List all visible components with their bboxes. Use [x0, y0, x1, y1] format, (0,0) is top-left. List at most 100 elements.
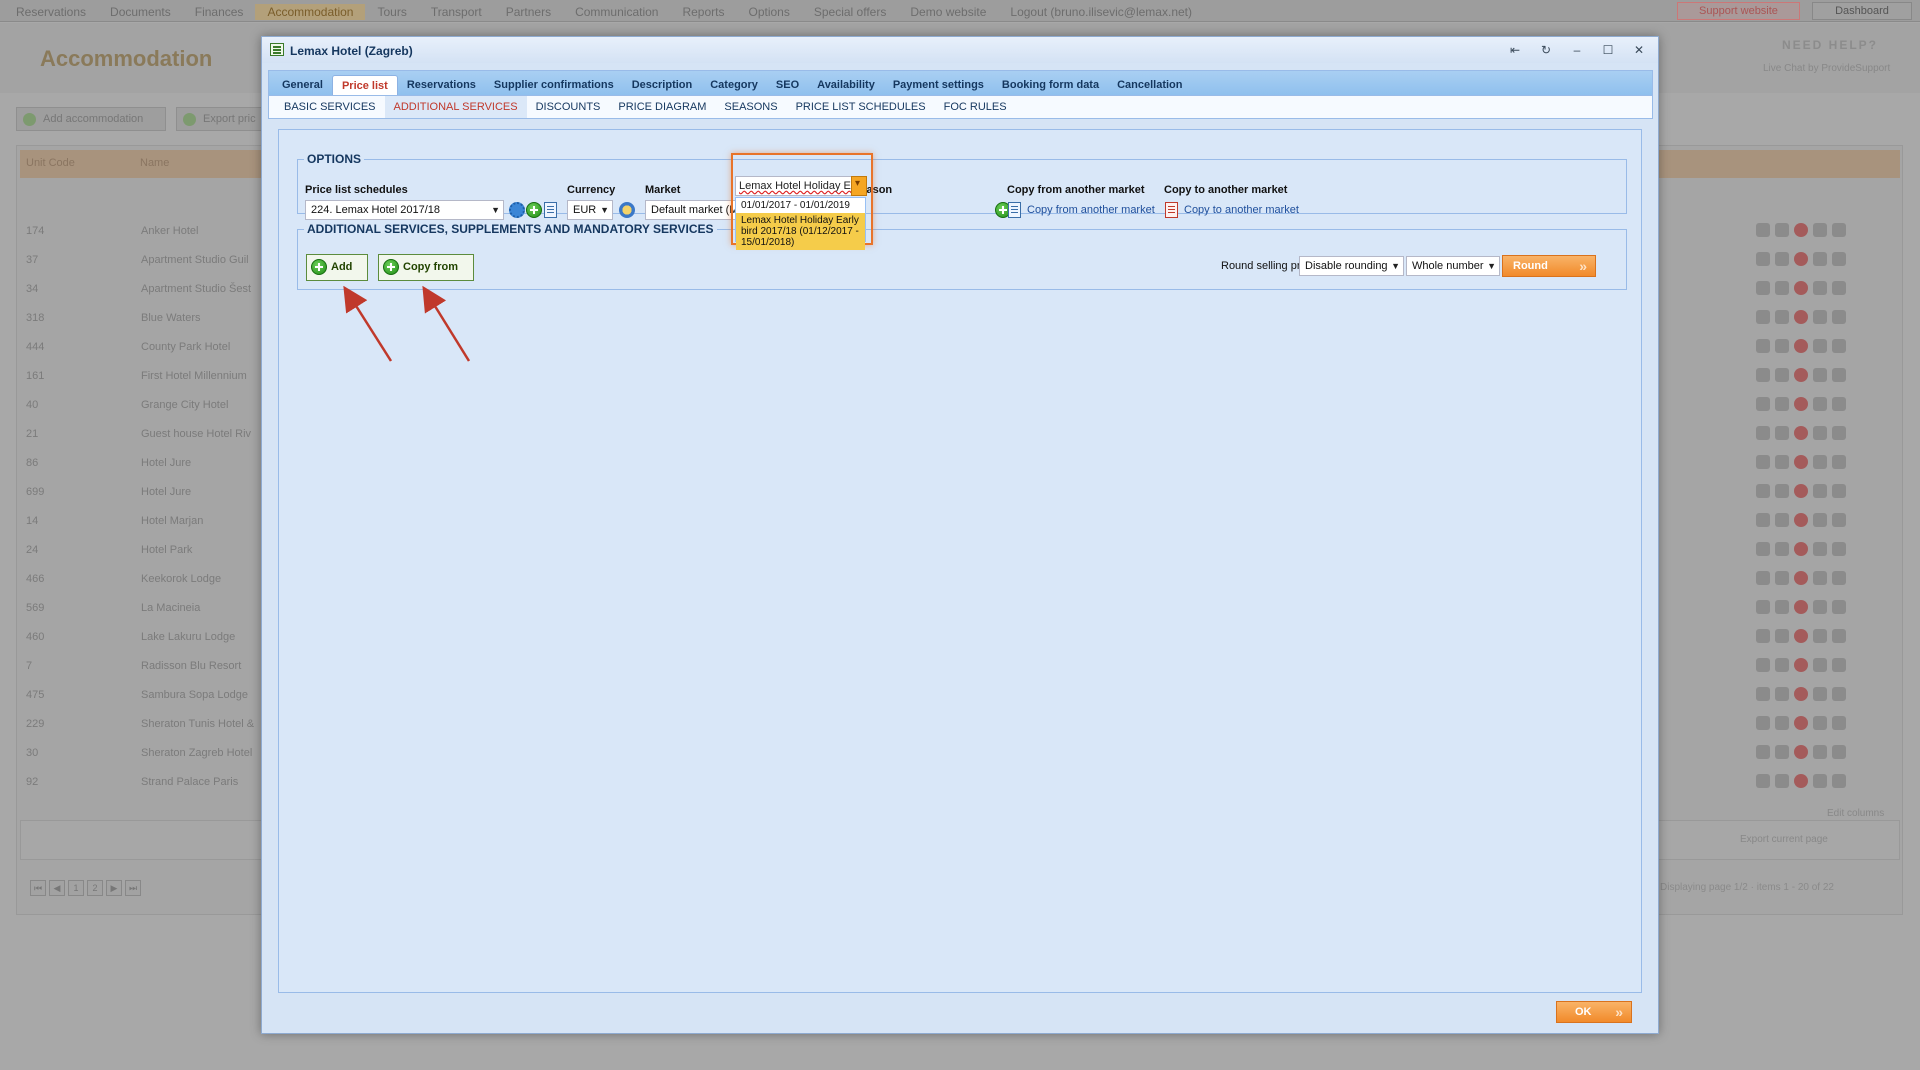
- pdf-icon[interactable]: [1832, 571, 1846, 585]
- copy-icon[interactable]: [1813, 513, 1827, 527]
- ok-button[interactable]: OK: [1556, 1001, 1632, 1023]
- copy-icon[interactable]: [1813, 455, 1827, 469]
- copy-icon[interactable]: [1813, 310, 1827, 324]
- tab-category[interactable]: Category: [701, 75, 767, 95]
- tab-payment-settings[interactable]: Payment settings: [884, 75, 993, 95]
- edit-icon[interactable]: [1775, 223, 1789, 237]
- delete-icon[interactable]: [1794, 223, 1808, 237]
- add-schedule-icon[interactable]: [526, 202, 542, 218]
- edit-icon[interactable]: [1775, 455, 1789, 469]
- delete-icon[interactable]: [1794, 310, 1808, 324]
- gear-icon[interactable]: [1756, 397, 1770, 411]
- gear-icon[interactable]: [1756, 484, 1770, 498]
- currency-select[interactable]: EUR ▼: [567, 200, 613, 220]
- close-icon[interactable]: ✕: [1630, 41, 1648, 59]
- copy-icon[interactable]: [1813, 368, 1827, 382]
- edit-icon[interactable]: [1775, 716, 1789, 730]
- copy-icon[interactable]: [1813, 745, 1827, 759]
- delete-icon[interactable]: [1794, 629, 1808, 643]
- rounding-mode-select[interactable]: Disable rounding ▼: [1299, 256, 1404, 276]
- pin-icon[interactable]: ⇤: [1506, 41, 1524, 59]
- edit-icon[interactable]: [1775, 484, 1789, 498]
- copy-icon[interactable]: [1813, 339, 1827, 353]
- copy-icon[interactable]: [1813, 397, 1827, 411]
- subtab-basic-services[interactable]: Basic services: [275, 96, 385, 118]
- nav-reservations[interactable]: Reservations: [4, 4, 98, 20]
- copy-from-button[interactable]: Copy from: [378, 254, 474, 281]
- edit-icon[interactable]: [1775, 252, 1789, 266]
- copy-icon[interactable]: [1813, 571, 1827, 585]
- edit-icon[interactable]: [1775, 745, 1789, 759]
- copy-icon[interactable]: [1813, 426, 1827, 440]
- nav-finances[interactable]: Finances: [183, 4, 256, 20]
- gear-icon[interactable]: [1756, 339, 1770, 353]
- prev-page-icon[interactable]: ◀: [49, 880, 65, 896]
- delete-icon[interactable]: [1794, 774, 1808, 788]
- tab-cancellation[interactable]: Cancellation: [1108, 75, 1191, 95]
- maximize-icon[interactable]: ☐: [1599, 41, 1617, 59]
- gear-icon[interactable]: [1756, 687, 1770, 701]
- minimize-icon[interactable]: –: [1568, 41, 1586, 59]
- copy-icon[interactable]: [1813, 484, 1827, 498]
- edit-icon[interactable]: [1775, 513, 1789, 527]
- add-accommodation-button[interactable]: Add accommodation: [16, 107, 166, 131]
- export-price-button[interactable]: Export pric: [176, 107, 262, 131]
- delete-icon[interactable]: [1794, 600, 1808, 614]
- gear-icon[interactable]: [1756, 600, 1770, 614]
- tab-general[interactable]: General: [273, 75, 332, 95]
- season-option[interactable]: 01/01/2017 - 01/01/2019: [736, 198, 865, 213]
- pdf-icon[interactable]: [1832, 426, 1846, 440]
- delete-icon[interactable]: [1794, 513, 1808, 527]
- price-list-schedule-select[interactable]: 224. Lemax Hotel 2017/18 ▼: [305, 200, 504, 220]
- gear-icon[interactable]: [1756, 745, 1770, 759]
- delete-icon[interactable]: [1794, 484, 1808, 498]
- edit-columns-link[interactable]: Edit columns: [1827, 808, 1884, 819]
- nav-logout[interactable]: Logout (bruno.ilisevic@lemax.net): [998, 4, 1204, 20]
- gear-icon[interactable]: [1756, 252, 1770, 266]
- support-website-button[interactable]: Support website: [1677, 2, 1800, 20]
- edit-icon[interactable]: [1775, 397, 1789, 411]
- nav-communication[interactable]: Communication: [563, 4, 670, 20]
- delete-icon[interactable]: [1794, 281, 1808, 295]
- edit-icon[interactable]: [1775, 687, 1789, 701]
- add-button[interactable]: Add: [306, 254, 368, 281]
- delete-icon[interactable]: [1794, 455, 1808, 469]
- gear-icon[interactable]: [1756, 774, 1770, 788]
- last-page-icon[interactable]: ⏭: [125, 880, 141, 896]
- edit-icon[interactable]: [1775, 542, 1789, 556]
- tab-availability[interactable]: Availability: [808, 75, 884, 95]
- pdf-icon[interactable]: [1832, 310, 1846, 324]
- next-page-icon[interactable]: ▶: [106, 880, 122, 896]
- nav-options[interactable]: Options: [737, 4, 802, 20]
- pdf-icon[interactable]: [1832, 397, 1846, 411]
- pdf-icon[interactable]: [1832, 223, 1846, 237]
- gear-icon[interactable]: [1756, 281, 1770, 295]
- copy-document-icon[interactable]: [1008, 202, 1021, 218]
- edit-icon[interactable]: [1775, 368, 1789, 382]
- copy-icon[interactable]: [1813, 716, 1827, 730]
- gear-icon[interactable]: [1756, 716, 1770, 730]
- round-button[interactable]: Round: [1502, 255, 1596, 277]
- column-name[interactable]: Name: [140, 157, 169, 169]
- page-2[interactable]: 2: [87, 880, 103, 896]
- pdf-icon[interactable]: [1832, 774, 1846, 788]
- pdf-icon[interactable]: [1832, 745, 1846, 759]
- gear-icon[interactable]: [1756, 455, 1770, 469]
- nav-special-offers[interactable]: Special offers: [802, 4, 899, 20]
- pdf-icon[interactable]: [1832, 281, 1846, 295]
- subtab-foc-rules[interactable]: FOC rules: [935, 96, 1016, 118]
- pdf-icon[interactable]: [1832, 716, 1846, 730]
- copy-icon[interactable]: [1813, 223, 1827, 237]
- pdf-icon[interactable]: [1832, 455, 1846, 469]
- subtab-price-diagram[interactable]: Price diagram: [609, 96, 715, 118]
- edit-icon[interactable]: [1775, 600, 1789, 614]
- edit-icon[interactable]: [1775, 571, 1789, 585]
- delete-icon[interactable]: [1794, 658, 1808, 672]
- gear-icon[interactable]: [1756, 658, 1770, 672]
- tab-price-list[interactable]: Price list: [331, 75, 398, 95]
- dialog-titlebar[interactable]: Lemax Hotel (Zagreb) ⇤ ↻ – ☐ ✕: [262, 37, 1658, 63]
- copy-icon[interactable]: [1813, 252, 1827, 266]
- tab-booking-form-data[interactable]: Booking form data: [993, 75, 1108, 95]
- copy-icon[interactable]: [1813, 658, 1827, 672]
- nav-transport[interactable]: Transport: [419, 4, 494, 20]
